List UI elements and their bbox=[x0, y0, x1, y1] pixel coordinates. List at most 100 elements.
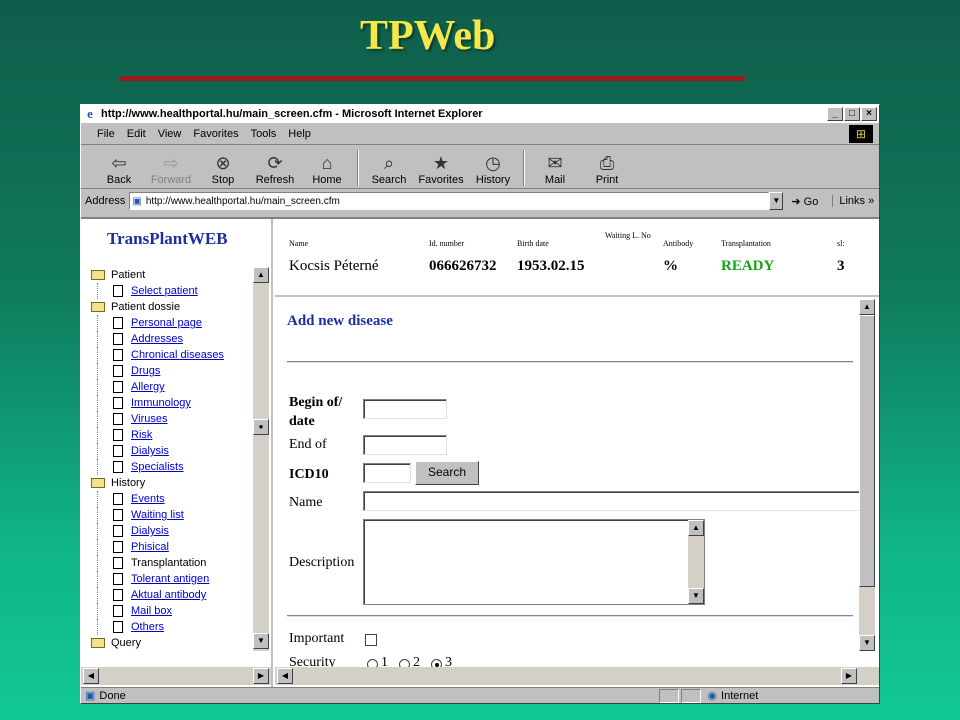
nav-vertical-scrollbar[interactable]: ▲ ● ▼ bbox=[253, 267, 269, 651]
tree-link[interactable]: Personal page bbox=[131, 315, 202, 331]
tree-link[interactable]: Specialists bbox=[131, 459, 184, 475]
scroll-right-button[interactable]: ▶ bbox=[253, 668, 269, 684]
scroll-up-button[interactable]: ▲ bbox=[859, 299, 875, 315]
home-button[interactable]: ⌂ Home bbox=[301, 152, 353, 188]
tree-link[interactable]: Addresses bbox=[131, 331, 183, 347]
tree-folder-item[interactable]: Patient dossie bbox=[91, 299, 255, 315]
tree-link[interactable]: Immunology bbox=[131, 395, 191, 411]
tree-guide-line bbox=[97, 571, 111, 587]
menu-file[interactable]: File bbox=[97, 128, 115, 140]
tree-link[interactable]: Waiting list bbox=[131, 507, 184, 523]
tree-folder-item[interactable]: Query bbox=[91, 635, 255, 649]
tree-link[interactable]: Chronical diseases bbox=[131, 347, 224, 363]
main-horizontal-scrollbar[interactable]: ◀ ▶ bbox=[275, 667, 879, 685]
description-textarea[interactable]: ▲ ▼ bbox=[363, 519, 705, 605]
document-icon bbox=[113, 285, 123, 297]
address-input[interactable]: ▣ http://www.healthportal.hu/main_screen… bbox=[129, 192, 770, 210]
scroll-thumb[interactable]: ● bbox=[253, 419, 269, 435]
tree-page-item[interactable]: Select patient bbox=[91, 283, 255, 299]
tree-link[interactable]: Allergy bbox=[131, 379, 165, 395]
menu-favorites[interactable]: Favorites bbox=[193, 128, 238, 140]
menu-tools[interactable]: Tools bbox=[251, 128, 277, 140]
tree-page-item[interactable]: Dialysis bbox=[91, 523, 255, 539]
textarea-scrollbar[interactable]: ▲ ▼ bbox=[688, 520, 704, 604]
scroll-left-button[interactable]: ◀ bbox=[83, 668, 99, 684]
scroll-left-button[interactable]: ◀ bbox=[277, 668, 293, 684]
ie-logo-icon: e bbox=[87, 106, 93, 121]
menu-edit[interactable]: Edit bbox=[127, 128, 146, 140]
tree-link[interactable]: Select patient bbox=[131, 283, 198, 299]
tree-link[interactable]: Phisical bbox=[131, 539, 169, 555]
scroll-thumb[interactable] bbox=[859, 315, 875, 587]
tree-page-item[interactable]: Viruses bbox=[91, 411, 255, 427]
begin-date-input[interactable] bbox=[363, 399, 447, 419]
tree-page-item[interactable]: Chronical diseases bbox=[91, 347, 255, 363]
tree-link[interactable]: Events bbox=[131, 491, 165, 507]
search-button[interactable]: ⌕ Search bbox=[363, 152, 415, 188]
tree-page-item[interactable]: Drugs bbox=[91, 363, 255, 379]
icd10-input[interactable] bbox=[363, 463, 411, 483]
main-vertical-scrollbar[interactable]: ▲ ▼ bbox=[859, 299, 875, 651]
tree-link[interactable]: Dialysis bbox=[131, 443, 169, 459]
menu-view[interactable]: View bbox=[158, 128, 182, 140]
tree-link[interactable]: Viruses bbox=[131, 411, 167, 427]
tree-link[interactable]: Tolerant antigen bbox=[131, 571, 209, 587]
history-button[interactable]: ◷ History bbox=[467, 152, 519, 188]
tree-page-item[interactable]: Transplantation bbox=[91, 555, 255, 571]
window-titlebar[interactable]: e http://www.healthportal.hu/main_screen… bbox=[81, 105, 879, 123]
tree-page-item[interactable]: Tolerant antigen bbox=[91, 571, 255, 587]
tree-link[interactable]: Drugs bbox=[131, 363, 160, 379]
address-dropdown-button[interactable]: ▼ bbox=[769, 192, 784, 210]
tree-link[interactable]: Others bbox=[131, 619, 164, 635]
tree-page-item[interactable]: Risk bbox=[91, 427, 255, 443]
tree-page-item[interactable]: Mail box bbox=[91, 603, 255, 619]
tree-page-item[interactable]: Aktual antibody bbox=[91, 587, 255, 603]
refresh-button[interactable]: ⟳ Refresh bbox=[249, 152, 301, 188]
maximize-button[interactable]: □ bbox=[844, 107, 860, 121]
name-header: Name bbox=[289, 239, 309, 248]
favorites-button[interactable]: ★ Favorites bbox=[415, 152, 467, 188]
forward-button[interactable]: ⇨ Forward bbox=[145, 152, 197, 188]
tree-link[interactable]: Aktual antibody bbox=[131, 587, 206, 603]
scroll-up-button[interactable]: ▲ bbox=[253, 267, 269, 283]
nav-horizontal-scrollbar[interactable]: ◀ ▶ bbox=[81, 667, 271, 685]
print-button[interactable]: ⎙ Print bbox=[581, 152, 633, 188]
tree-page-item[interactable]: Personal page bbox=[91, 315, 255, 331]
tree-link[interactable]: Dialysis bbox=[131, 523, 169, 539]
menu-help[interactable]: Help bbox=[288, 128, 311, 140]
tree-page-item[interactable]: Waiting list bbox=[91, 507, 255, 523]
back-button[interactable]: ⇦ Back bbox=[93, 152, 145, 188]
tree-page-item[interactable]: Others bbox=[91, 619, 255, 635]
end-date-input[interactable] bbox=[363, 435, 447, 455]
search-button[interactable]: Search bbox=[415, 461, 479, 485]
tree-page-item[interactable]: Addresses bbox=[91, 331, 255, 347]
scroll-up-button[interactable]: ▲ bbox=[688, 520, 704, 536]
tree-page-item[interactable]: Phisical bbox=[91, 539, 255, 555]
tree-label: Query bbox=[111, 637, 141, 649]
tree-page-item[interactable]: Specialists bbox=[91, 459, 255, 475]
tree-folder-item[interactable]: Patient bbox=[91, 267, 255, 283]
important-checkbox[interactable] bbox=[365, 634, 377, 646]
scroll-right-button[interactable]: ▶ bbox=[841, 668, 857, 684]
scroll-down-button[interactable]: ▼ bbox=[859, 635, 875, 651]
tree-page-item[interactable]: Allergy bbox=[91, 379, 255, 395]
tree-page-item[interactable]: Dialysis bbox=[91, 443, 255, 459]
scroll-down-button[interactable]: ▼ bbox=[688, 588, 704, 604]
minimize-button[interactable]: _ bbox=[827, 107, 843, 121]
tree-page-item[interactable]: Events bbox=[91, 491, 255, 507]
folder-icon bbox=[91, 638, 105, 648]
scroll-down-button[interactable]: ▼ bbox=[253, 633, 269, 649]
links-button[interactable]: Links » bbox=[832, 195, 874, 207]
transplantation-column: Transplantation READY bbox=[721, 239, 774, 275]
id-value: 066626732 bbox=[429, 258, 497, 274]
tree-folder-item[interactable]: History bbox=[91, 475, 255, 491]
go-button[interactable]: ➜ Go bbox=[791, 195, 818, 208]
document-icon bbox=[113, 349, 123, 361]
tree-page-item[interactable]: Immunology bbox=[91, 395, 255, 411]
name-input[interactable] bbox=[363, 491, 863, 511]
tree-link[interactable]: Risk bbox=[131, 427, 152, 443]
stop-button[interactable]: ⊗ Stop bbox=[197, 152, 249, 188]
tree-link[interactable]: Mail box bbox=[131, 603, 172, 619]
mail-button[interactable]: ✉ Mail bbox=[529, 152, 581, 188]
close-button[interactable]: × bbox=[861, 107, 877, 121]
